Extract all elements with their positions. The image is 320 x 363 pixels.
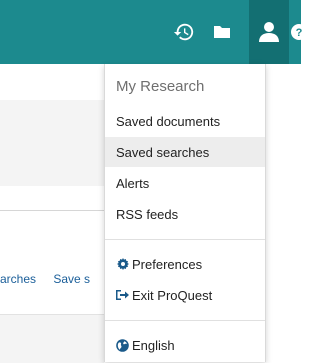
divider [0, 210, 104, 211]
user-dropdown-menu: My Research Saved documents Saved search… [104, 64, 266, 362]
menu-item-saved-searches[interactable]: Saved searches [105, 137, 265, 167]
menu-item-saved-documents[interactable]: Saved documents [105, 106, 265, 136]
help-icon[interactable]: ? [289, 0, 309, 64]
exit-label: Exit ProQuest [132, 287, 213, 303]
globe-icon [116, 338, 129, 352]
history-icon[interactable] [168, 0, 200, 64]
menu-item-alerts[interactable]: Alerts [105, 168, 265, 198]
menu-item-rss-feeds[interactable]: RSS feeds [105, 199, 265, 229]
gear-icon [116, 258, 129, 271]
exit-icon [116, 289, 129, 302]
top-toolbar: ? [0, 0, 307, 64]
menu-item-language[interactable]: English [105, 330, 265, 360]
background-panel-bottom [0, 314, 104, 363]
searches-link[interactable]: arches [0, 272, 36, 286]
menu-divider [105, 320, 265, 321]
menu-item-exit[interactable]: Exit ProQuest [105, 280, 265, 310]
preferences-label: Preferences [132, 256, 203, 272]
folder-icon[interactable] [208, 0, 236, 64]
menu-divider [105, 239, 265, 240]
menu-item-preferences[interactable]: Preferences [105, 249, 265, 279]
background-links: arches Save s [0, 272, 110, 292]
svg-text:?: ? [296, 27, 303, 39]
user-icon[interactable] [249, 0, 289, 64]
save-search-link[interactable]: Save s [53, 272, 90, 286]
menu-heading: My Research [116, 78, 205, 95]
background-panel [0, 100, 104, 186]
language-label: English [132, 337, 175, 353]
